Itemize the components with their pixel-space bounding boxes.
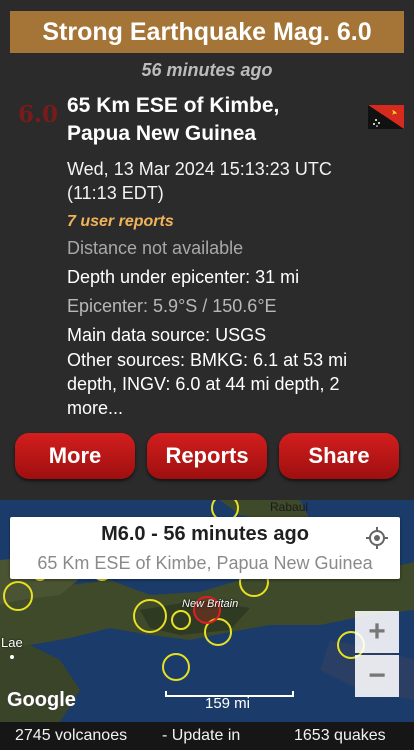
other-sources-text[interactable]: Other sources: BMKG: 6.1 at 53 mi depth,… — [67, 348, 407, 420]
share-button[interactable]: Share — [279, 433, 399, 479]
magnitude-label: 6.0 — [18, 101, 59, 128]
other-sources-line-3: more... — [67, 398, 124, 418]
quake-datetime: Wed, 13 Mar 2024 15:13:23 UTC (11:13 EDT… — [67, 157, 407, 205]
quake-map[interactable]: Rabaul New Britain Lae M6.0 - 56 minutes… — [0, 500, 414, 722]
user-reports-link[interactable]: 7 user reports — [67, 210, 407, 234]
more-button[interactable]: More — [15, 433, 135, 479]
update-timer: - Update in — [162, 727, 241, 744]
label-rabaul: Rabaul — [270, 500, 309, 514]
main-source-text: Main data source: USGS — [67, 325, 267, 345]
papua-new-guinea-flag-icon — [368, 105, 404, 129]
distance-text: Distance not available — [67, 238, 244, 258]
label-new-britain: New Britain — [182, 598, 239, 610]
status-footer: 2745 volcanoes - Update in 1653 quakes — [0, 722, 414, 750]
other-sources-line-2: depth, INGV: 6.0 at 44 mi depth, 2 — [67, 374, 340, 394]
datetime-utc: Wed, 13 Mar 2024 15:13:23 UTC — [67, 159, 332, 179]
other-sources-line-1: Other sources: BMKG: 6.1 at 53 mi — [67, 350, 348, 370]
quake-info-popup[interactable]: M6.0 - 56 minutes ago 65 Km ESE of Kimbe… — [10, 517, 400, 579]
google-logo[interactable]: Google — [7, 689, 76, 712]
time-ago: 56 minutes ago — [141, 60, 273, 80]
alert-banner: Strong Earthquake Mag. 6.0 — [10, 11, 404, 53]
label-lae: Lae — [1, 635, 23, 650]
popup-title: M6.0 - 56 minutes ago — [101, 523, 309, 545]
reports-button[interactable]: Reports — [147, 433, 267, 479]
zoom-out-button[interactable]: − — [355, 655, 399, 697]
crosshair-icon — [366, 527, 388, 549]
epicenter-text: Epicenter: 5.9°S / 150.6°E — [67, 296, 277, 316]
quake-location: 65 Km ESE of Kimbe, Papua New Guinea — [67, 92, 367, 148]
volcano-count: 2745 volcanoes — [15, 727, 128, 744]
location-line-1: 65 Km ESE of Kimbe, — [67, 94, 280, 117]
zoom-in-button[interactable]: + — [355, 611, 399, 653]
datetime-local: (11:13 EDT) — [67, 183, 164, 203]
quake-count: 1653 quakes — [294, 727, 386, 744]
location-line-2: Papua New Guinea — [67, 122, 257, 145]
popup-subtitle: 65 Km ESE of Kimbe, Papua New Guinea — [37, 553, 373, 573]
depth-text: Depth under epicenter: 31 mi — [67, 267, 300, 287]
alert-title: Strong Earthquake Mag. 6.0 — [42, 17, 372, 46]
scale-label: 159 mi — [204, 695, 251, 712]
my-location-button[interactable] — [356, 518, 398, 558]
